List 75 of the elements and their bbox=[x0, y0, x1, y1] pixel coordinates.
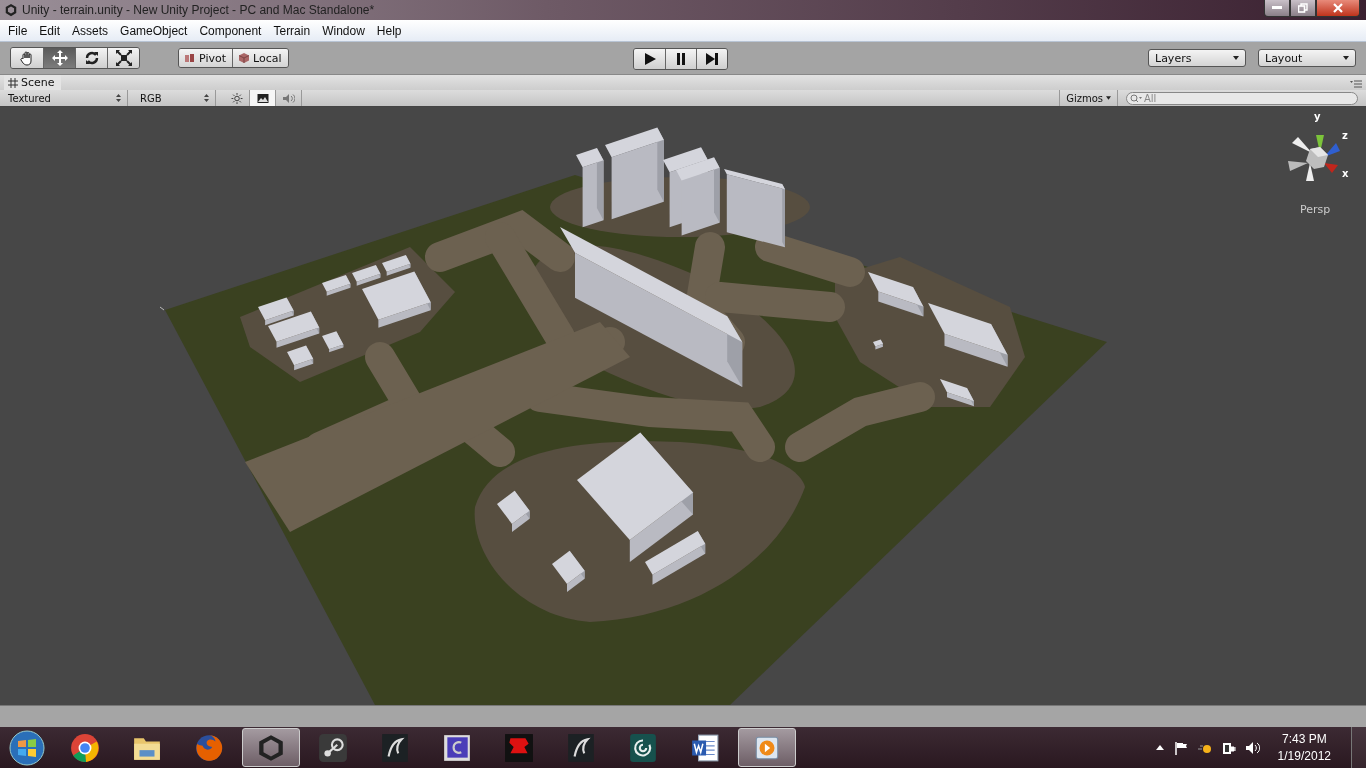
move-arrows-icon bbox=[51, 50, 68, 66]
gizmos-dropdown[interactable]: Gizmos bbox=[1059, 90, 1118, 106]
tab-menu-icon[interactable] bbox=[1350, 80, 1362, 88]
show-hidden-icons-icon[interactable] bbox=[1155, 745, 1164, 750]
app-icon bbox=[380, 732, 410, 763]
menu-item[interactable]: Window bbox=[316, 23, 371, 38]
window-title: Unity - terrain.unity - New Unity Project - PC and Mac Standalone* bbox=[22, 3, 376, 17]
tool-button[interactable] bbox=[43, 48, 75, 68]
menu-item[interactable]: Component bbox=[193, 23, 268, 38]
minimize-button[interactable] bbox=[1264, 0, 1290, 17]
menu-item[interactable]: GameObject bbox=[114, 23, 194, 38]
restore-icon bbox=[1298, 3, 1308, 13]
axis-label: z bbox=[1342, 131, 1348, 141]
start-button[interactable] bbox=[7, 727, 47, 768]
step-icon bbox=[705, 53, 719, 65]
app-icon bbox=[566, 732, 596, 763]
app-icon bbox=[504, 732, 534, 763]
pivot-toggle[interactable]: Pivot bbox=[179, 49, 232, 67]
flag-icon[interactable] bbox=[1173, 740, 1188, 755]
dropdown[interactable]: Layout bbox=[1258, 49, 1356, 67]
caret-icon bbox=[1233, 56, 1239, 60]
clock-date[interactable]: 1/19/2012 bbox=[1277, 747, 1331, 765]
local-toggle[interactable]: Local bbox=[232, 49, 288, 67]
speaker-icon[interactable] bbox=[1245, 740, 1260, 755]
step-button[interactable] bbox=[696, 49, 727, 69]
tool-button[interactable] bbox=[107, 48, 139, 68]
show-desktop-button[interactable] bbox=[1351, 727, 1366, 768]
image-toggle[interactable] bbox=[250, 90, 276, 106]
play-button[interactable] bbox=[634, 49, 665, 69]
app-icon bbox=[442, 732, 472, 763]
speaker-icon bbox=[282, 92, 295, 104]
menu-item[interactable]: File bbox=[2, 23, 34, 38]
menu-item[interactable]: Assets bbox=[66, 23, 115, 38]
pause-icon bbox=[674, 53, 688, 65]
caret-icon bbox=[1343, 56, 1349, 60]
play-icon bbox=[642, 53, 657, 65]
document-icon bbox=[690, 732, 720, 763]
close-icon bbox=[1333, 3, 1343, 13]
restore-button[interactable] bbox=[1290, 0, 1316, 17]
menu-item[interactable]: Terrain bbox=[267, 23, 317, 38]
browser-icon bbox=[70, 732, 100, 763]
hand-icon bbox=[19, 50, 35, 66]
menu-item[interactable]: Edit bbox=[33, 23, 67, 38]
rotate-icon bbox=[83, 50, 100, 66]
cube-logo-icon bbox=[256, 732, 286, 763]
taskbar-app[interactable] bbox=[242, 728, 300, 767]
pivot-icon bbox=[185, 53, 195, 63]
menu-item[interactable]: Help bbox=[370, 23, 408, 38]
dropdown[interactable]: Layers bbox=[1148, 49, 1246, 67]
app-icon bbox=[628, 732, 658, 763]
browser-icon bbox=[194, 732, 224, 763]
scene-tab[interactable]: Scene bbox=[4, 75, 61, 90]
draw-mode-dropdown[interactable]: Textured bbox=[4, 90, 128, 106]
cube-icon bbox=[239, 53, 249, 63]
scale-icon bbox=[115, 50, 132, 66]
grid-icon bbox=[8, 77, 18, 88]
caret-icon bbox=[1106, 96, 1111, 100]
pause-button[interactable] bbox=[665, 49, 696, 69]
app-icon bbox=[318, 732, 348, 763]
up-down-caret-icon bbox=[204, 94, 209, 102]
axis-label: y bbox=[1314, 112, 1321, 122]
image-icon bbox=[256, 92, 269, 104]
search-field[interactable]: All bbox=[1126, 91, 1358, 105]
power-plug-icon[interactable] bbox=[1221, 740, 1236, 755]
close-button[interactable] bbox=[1316, 0, 1360, 17]
sun-icon bbox=[230, 92, 243, 104]
render-mode-dropdown[interactable]: RGB bbox=[136, 90, 216, 106]
tool-button[interactable] bbox=[11, 48, 43, 68]
clock-time[interactable]: 7:43 PM bbox=[1281, 730, 1327, 748]
up-down-caret-icon bbox=[116, 94, 121, 102]
minimize-icon bbox=[1272, 6, 1282, 10]
tool-button[interactable] bbox=[75, 48, 107, 68]
cube-logo-icon bbox=[4, 3, 18, 17]
axis-label: x bbox=[1342, 169, 1349, 179]
projection-label[interactable]: Persp bbox=[1300, 203, 1331, 216]
